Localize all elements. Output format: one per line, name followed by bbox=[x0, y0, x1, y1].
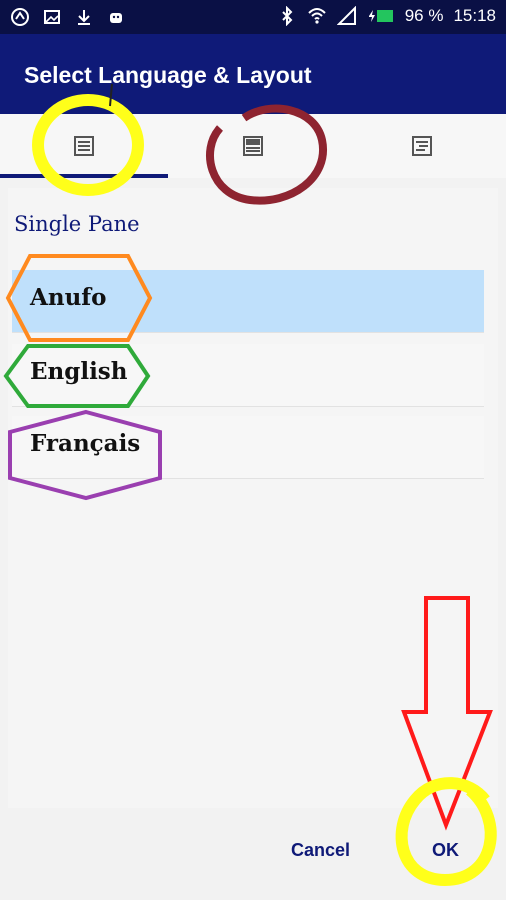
section-title: Single Pane bbox=[14, 212, 140, 236]
status-right: 96 % 15:18 bbox=[277, 6, 496, 26]
status-bar: 96 % 15:18 bbox=[0, 0, 506, 34]
single-pane-icon bbox=[74, 136, 94, 156]
ok-button[interactable]: OK bbox=[432, 840, 459, 861]
tab-single-pane[interactable] bbox=[0, 114, 168, 178]
cancel-button[interactable]: Cancel bbox=[291, 840, 350, 861]
interlinear-icon bbox=[412, 136, 432, 156]
language-item-anufo[interactable]: Anufo bbox=[12, 270, 484, 333]
status-left-icons bbox=[10, 7, 126, 27]
language-label: Anufo bbox=[30, 284, 107, 311]
download-icon bbox=[78, 10, 90, 25]
wifi-icon bbox=[307, 8, 326, 24]
language-label: English bbox=[30, 358, 128, 385]
app-bar: Select Language & Layout bbox=[0, 34, 506, 114]
image-icon bbox=[44, 10, 60, 24]
battery-icon bbox=[368, 10, 393, 22]
language-item-francais[interactable]: Français bbox=[12, 416, 484, 479]
tab-selected-indicator bbox=[0, 174, 168, 178]
battery-level: 96 % bbox=[404, 6, 444, 25]
app-logo-icon bbox=[11, 8, 29, 26]
page-title: Select Language & Layout bbox=[24, 62, 312, 88]
language-label: Français bbox=[30, 430, 141, 457]
language-item-english[interactable]: English bbox=[12, 344, 484, 407]
signal-icon bbox=[336, 6, 356, 25]
bluetooth-icon bbox=[281, 6, 293, 26]
clock: 15:18 bbox=[453, 6, 496, 25]
two-pane-icon bbox=[243, 136, 263, 156]
tab-interlinear[interactable] bbox=[338, 114, 506, 178]
tab-two-pane[interactable] bbox=[169, 114, 337, 178]
android-icon bbox=[110, 13, 122, 23]
layout-tabs bbox=[0, 114, 506, 178]
